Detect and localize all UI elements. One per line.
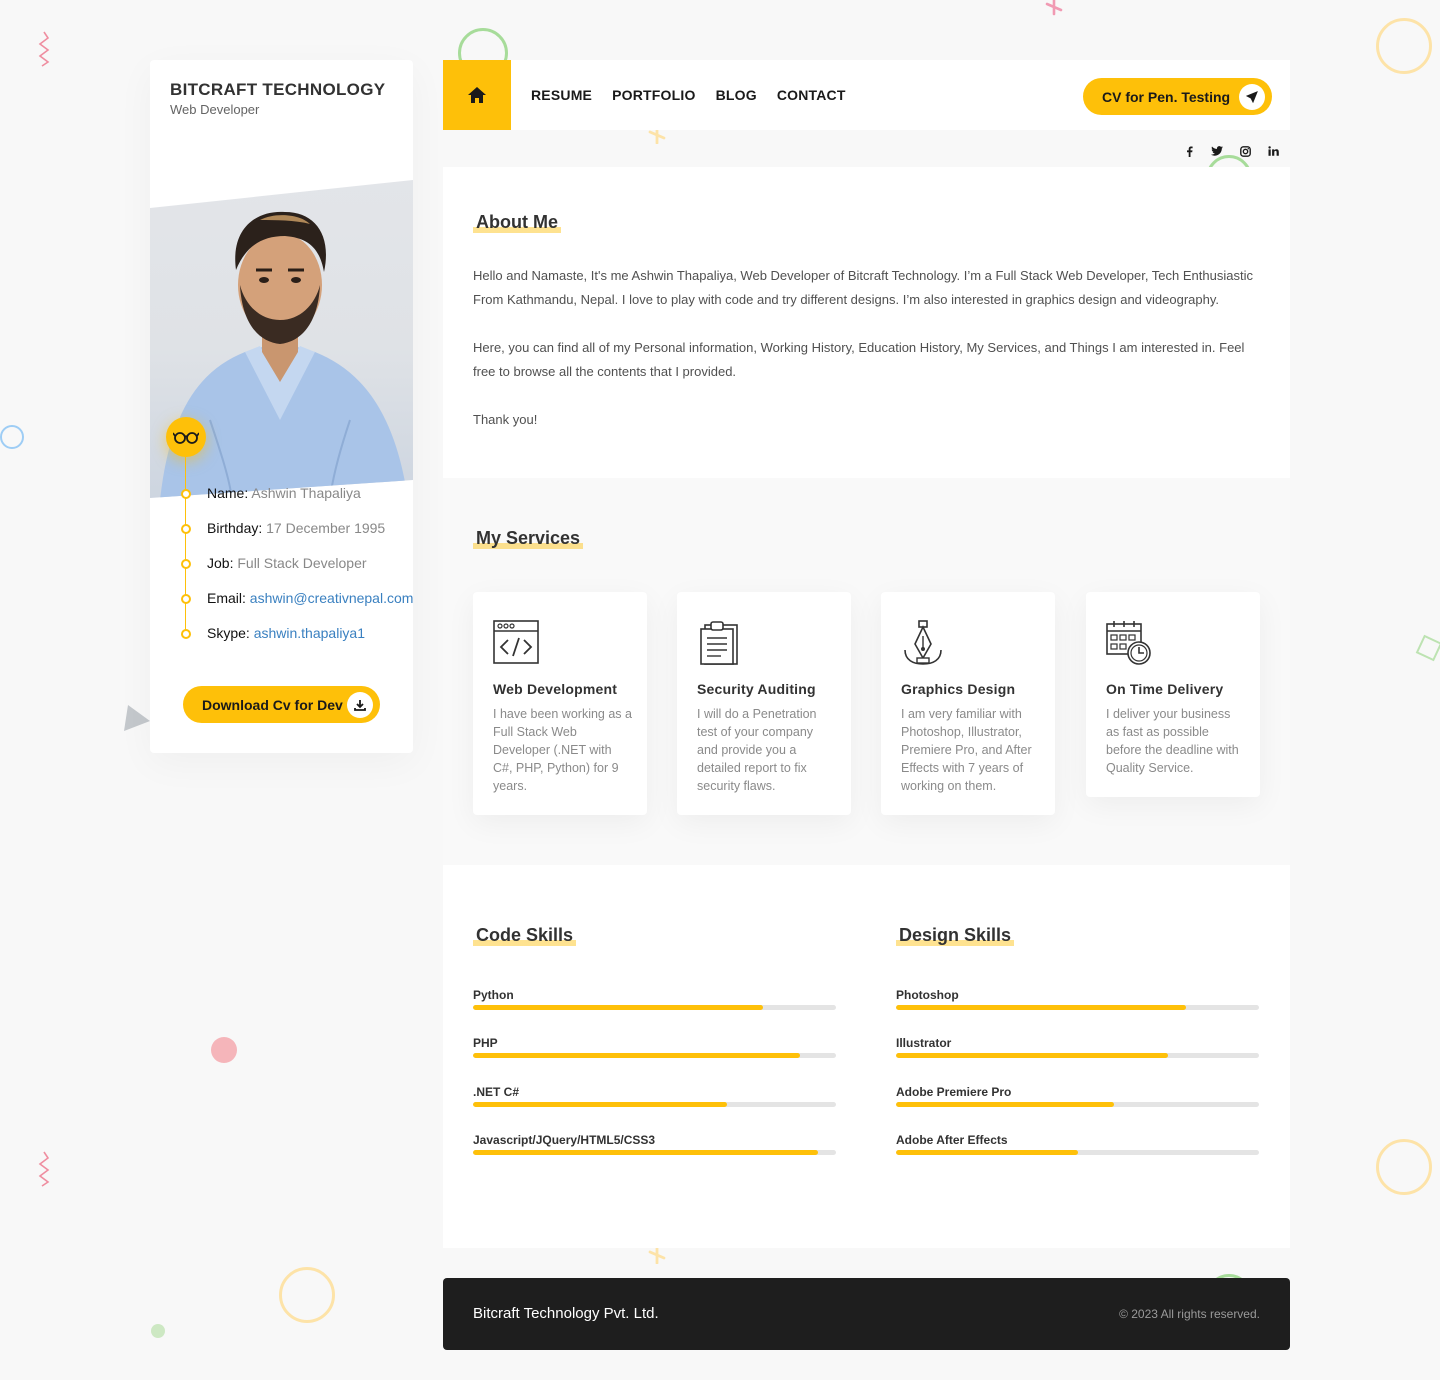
skill-name: Photoshop	[896, 988, 959, 1002]
social-links	[1175, 142, 1287, 160]
brand-subtitle: Web Developer	[170, 102, 260, 117]
about-title: About Me	[473, 212, 561, 233]
footer: Bitcraft Technology Pvt. Ltd. © 2023 All…	[443, 1278, 1290, 1350]
home-icon	[468, 87, 486, 103]
info-key: Email:	[207, 590, 246, 606]
linkedin-icon[interactable]	[1259, 142, 1287, 160]
skill-name: Adobe Premiere Pro	[896, 1085, 1012, 1099]
service-title: Security Auditing	[697, 681, 816, 697]
home-button[interactable]	[443, 60, 511, 130]
service-text: I am very familiar with Photoshop, Illus…	[901, 707, 1032, 793]
about-paragraph-3: Thank you!	[473, 412, 538, 427]
instagram-icon[interactable]	[1231, 142, 1259, 160]
services-title: My Services	[473, 528, 584, 549]
service-text: I deliver your business as fast as possi…	[1106, 707, 1239, 775]
info-value: 17 December 1995	[266, 520, 386, 536]
skill-bar	[473, 1150, 836, 1155]
skill-name: .NET C#	[473, 1085, 520, 1099]
info-name: Name: Ashwin Thapaliya	[180, 480, 413, 515]
skill-bar-fill	[896, 1150, 1078, 1155]
info-value: Full Stack Developer	[237, 555, 367, 571]
code-skills-title: Code Skills	[473, 925, 577, 946]
skill-bar	[473, 1053, 836, 1058]
main-content: About Me Hello and Namaste, It's me Ashw…	[443, 167, 1290, 1248]
info-skype: Skype: ashwin.thapaliya1	[180, 620, 413, 655]
skill-name: Python	[473, 988, 514, 1002]
brand-name: BITCRAFT TECHNOLOGY	[170, 80, 386, 99]
skill-name: Adobe After Effects	[896, 1133, 1008, 1147]
service-title: Graphics Design	[901, 681, 1016, 697]
service-card-graphics-design: Graphics Design I am very familiar with …	[881, 592, 1055, 815]
info-key: Name:	[207, 485, 249, 501]
skill-name: PHP	[473, 1036, 498, 1050]
facebook-icon[interactable]	[1175, 142, 1203, 160]
skill-bar	[896, 1102, 1259, 1107]
skill-premiere-pro: Adobe Premiere Pro	[896, 1085, 1259, 1107]
skill-name: Illustrator	[896, 1036, 952, 1050]
footer-company: Bitcraft Technology Pvt. Ltd.	[473, 1305, 659, 1322]
skill-bar-fill	[473, 1102, 728, 1107]
info-list: Name: Ashwin Thapaliya Birthday: 17 Dece…	[180, 480, 413, 655]
skill-after-effects: Adobe After Effects	[896, 1133, 1259, 1155]
email-link[interactable]: ashwin@creativnepal.com	[250, 590, 413, 606]
info-key: Skype:	[207, 625, 250, 641]
skill-dotnet: .NET C#	[473, 1085, 836, 1107]
download-icon	[347, 692, 373, 718]
skill-php: PHP	[473, 1036, 836, 1058]
skill-illustrator: Illustrator	[896, 1036, 1259, 1058]
info-job: Job: Full Stack Developer	[180, 550, 413, 585]
skill-bar-fill	[896, 1053, 1169, 1058]
skill-bar	[473, 1102, 836, 1107]
info-key: Job:	[207, 555, 234, 571]
pen-tool-icon	[901, 620, 947, 671]
skill-python: Python	[473, 988, 836, 1010]
service-text: I will do a Penetration test of your com…	[697, 707, 817, 793]
nav-resume[interactable]: RESUME	[531, 87, 592, 103]
skill-name: Javascript/JQuery/HTML5/CSS3	[473, 1133, 656, 1147]
top-navbar: RESUME PORTFOLIO BLOG CONTACT CV for Pen…	[443, 60, 1290, 130]
service-card-security-auditing: Security Auditing I will do a Penetratio…	[677, 592, 851, 815]
web-code-icon	[493, 620, 539, 671]
service-card-web-development: Web Development I have been working as a…	[473, 592, 647, 815]
skill-bar	[896, 1150, 1259, 1155]
cv-pen-testing-label: CV for Pen. Testing	[1102, 88, 1231, 105]
service-title: On Time Delivery	[1106, 681, 1224, 697]
service-card-on-time-delivery: On Time Delivery I deliver your business…	[1086, 592, 1260, 797]
info-birthday: Birthday: 17 December 1995	[180, 515, 413, 550]
nav-blog[interactable]: BLOG	[716, 87, 757, 103]
download-cv-label: Download Cv for Dev	[202, 696, 343, 713]
download-cv-button[interactable]: Download Cv for Dev	[183, 686, 380, 723]
twitter-icon[interactable]	[1203, 142, 1231, 160]
skill-bar-fill	[473, 1053, 800, 1058]
info-value: Ashwin Thapaliya	[251, 485, 361, 501]
glasses-icon	[166, 417, 206, 457]
brand: BITCRAFT TECHNOLOGY Web Developer	[170, 80, 385, 117]
skill-bar-fill	[473, 1005, 764, 1010]
skill-bar	[896, 1005, 1259, 1010]
skype-link[interactable]: ashwin.thapaliya1	[254, 625, 365, 641]
skill-photoshop: Photoshop	[896, 988, 1259, 1010]
skill-bar	[896, 1053, 1259, 1058]
clipboard-icon	[697, 620, 743, 671]
skill-bar-fill	[896, 1102, 1114, 1107]
info-email: Email: ashwin@creativnepal.com	[180, 585, 413, 620]
nav-portfolio[interactable]: PORTFOLIO	[612, 87, 695, 103]
service-text: I have been working as a Full Stack Web …	[493, 707, 632, 793]
skill-bar-fill	[896, 1005, 1187, 1010]
footer-copyright: © 2023 All rights reserved.	[1119, 1307, 1260, 1321]
skill-javascript: Javascript/JQuery/HTML5/CSS3	[473, 1133, 836, 1155]
skill-bar-fill	[473, 1150, 818, 1155]
calendar-clock-icon	[1106, 620, 1152, 671]
main-nav: RESUME PORTFOLIO BLOG CONTACT	[531, 60, 866, 130]
paper-plane-icon	[1239, 84, 1265, 110]
about-paragraph-2: Here, you can find all of my Personal in…	[473, 340, 1245, 379]
cv-pen-testing-button[interactable]: CV for Pen. Testing	[1083, 78, 1272, 115]
info-key: Birthday:	[207, 520, 263, 536]
service-title: Web Development	[493, 681, 618, 697]
about-paragraph-1: Hello and Namaste, It's me Ashwin Thapal…	[473, 268, 1253, 307]
design-skills-title: Design Skills	[896, 925, 1015, 946]
skill-bar	[473, 1005, 836, 1010]
profile-card: BITCRAFT TECHNOLOGY Web Developer Name: …	[150, 60, 413, 753]
nav-contact[interactable]: CONTACT	[777, 87, 846, 103]
